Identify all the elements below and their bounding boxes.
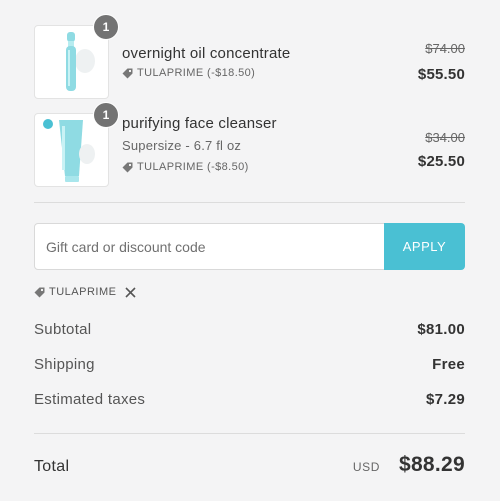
quantity-badge: 1	[94, 103, 118, 127]
currency-code: USD	[352, 460, 380, 474]
original-price: $74.00	[425, 41, 465, 56]
close-icon	[125, 286, 137, 298]
cleanser-tube-icon	[43, 119, 95, 182]
item-discount: TULAPRIME (-$18.50)	[122, 67, 255, 79]
product-thumbnail: 1	[34, 15, 118, 99]
total-value: $88.29	[398, 453, 465, 476]
product-thumbnail: 1	[34, 103, 118, 187]
original-price: $34.00	[425, 130, 465, 145]
discount-code-input[interactable]	[34, 223, 386, 270]
item-discount: TULAPRIME (-$8.50)	[122, 161, 249, 173]
shipping-value: Free	[432, 356, 465, 373]
item-price: $25.50	[417, 153, 465, 170]
product-name: overnight oil concentrate	[122, 45, 291, 62]
total-label: Total	[34, 458, 70, 475]
tag-icon	[122, 68, 133, 78]
divider	[34, 202, 465, 203]
taxes-value: $7.29	[425, 391, 465, 408]
serum-bottle-icon	[66, 32, 95, 91]
discount-form: APPLY	[34, 223, 465, 270]
applied-code: TULAPRIME	[49, 286, 117, 298]
tag-icon	[122, 162, 133, 172]
cart-item: 1 purifying face cleanser Supersize - 6.…	[34, 103, 465, 187]
product-variant: Supersize - 6.7 fl oz	[122, 138, 242, 153]
shipping-label: Shipping	[34, 356, 95, 373]
applied-discount-tag: TULAPRIME	[34, 286, 140, 298]
item-discount-text: TULAPRIME (-$18.50)	[137, 67, 256, 79]
remove-discount-button[interactable]	[125, 286, 140, 298]
item-price: $55.50	[417, 66, 465, 83]
subtotal-value: $81.00	[417, 321, 465, 338]
apply-button[interactable]: APPLY	[384, 223, 465, 270]
taxes-label: Estimated taxes	[34, 391, 146, 408]
item-discount-text: TULAPRIME (-$8.50)	[137, 161, 249, 173]
subtotal-label: Subtotal	[34, 321, 92, 338]
quantity-badge: 1	[94, 15, 118, 39]
tag-icon	[34, 287, 45, 297]
divider	[34, 433, 465, 434]
cart-item: 1 overnight oil concentrate TULAPRIME (-…	[34, 15, 465, 99]
product-name: purifying face cleanser	[122, 115, 277, 132]
